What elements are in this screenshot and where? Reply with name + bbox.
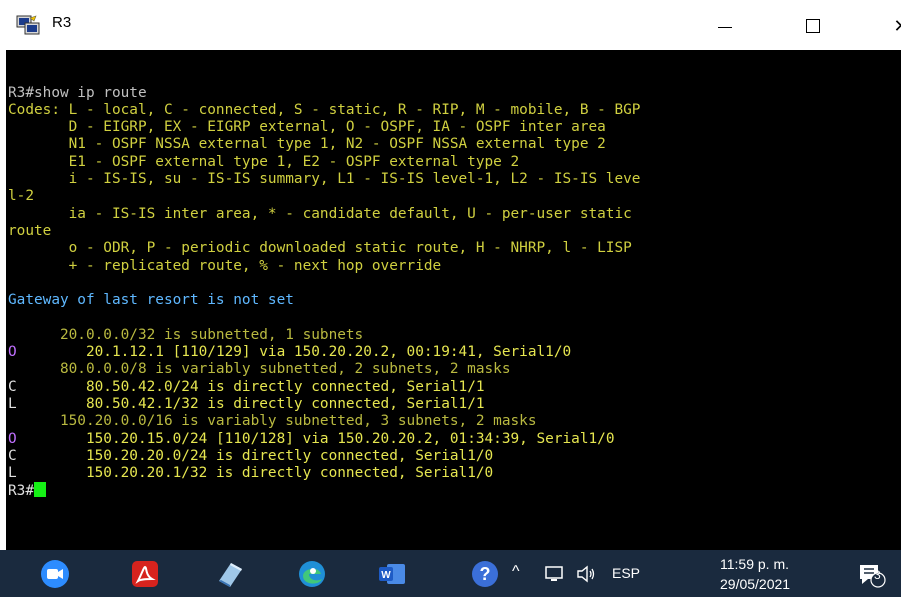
prompt: R3#	[8, 483, 34, 500]
network-icon[interactable]	[543, 563, 565, 585]
terminal-text: 150.20.20.0/24 is directly connected, Se…	[16, 447, 494, 464]
maximize-icon	[806, 19, 820, 33]
terminal-text: + - replicated route, % - next hop overr…	[8, 257, 442, 274]
terminal-line: O 20.1.12.1 [110/129] via 150.20.20.2, 0…	[6, 344, 901, 361]
terminal-line: L 80.50.42.1/32 is directly connected, S…	[6, 396, 901, 413]
window-title: R3	[52, 14, 72, 31]
route-code: C	[8, 378, 17, 395]
show-hidden-icons-chevron[interactable]: ^	[512, 563, 520, 581]
terminal-line: i - IS-IS, su - IS-IS summary, L1 - IS-I…	[6, 171, 901, 188]
volume-icon[interactable]	[575, 563, 597, 585]
terminal-text: D - EIGRP, EX - EIGRP external, O - OSPF…	[8, 119, 606, 136]
help-icon[interactable]: ?	[470, 559, 500, 589]
terminal-text: 150.20.0.0/16 is variably subnetted, 3 s…	[8, 413, 537, 430]
acrobat-icon[interactable]	[130, 559, 160, 589]
terminal-line: o - ODR, P - periodic downloaded static …	[6, 240, 901, 257]
minimize-icon	[718, 26, 732, 28]
terminal-line: L 150.20.20.1/32 is directly connected, …	[6, 465, 901, 482]
terminal-text: route	[8, 222, 52, 239]
notepad-icon[interactable]	[215, 559, 245, 589]
terminal-line: Codes: L - local, C - connected, S - sta…	[6, 102, 901, 119]
terminal-text: 80.50.42.0/24 is directly connected, Ser…	[16, 378, 485, 395]
language-indicator[interactable]: ESP	[612, 565, 640, 581]
terminal-text: 80.50.42.1/32 is directly connected, Ser…	[16, 395, 485, 412]
zoom-icon[interactable]	[40, 559, 70, 589]
terminal-line: 150.20.0.0/16 is variably subnetted, 3 s…	[6, 413, 901, 430]
terminal-line: 20.0.0.0/32 is subnetted, 1 subnets	[6, 327, 901, 344]
terminal-text: l-2	[8, 188, 34, 205]
prompt-line[interactable]: R3#	[6, 482, 901, 499]
terminal-line: E1 - OSPF external type 1, E2 - OSPF ext…	[6, 154, 901, 171]
terminal-text: 150.20.15.0/24 [110/128] via 150.20.20.2…	[16, 430, 615, 447]
terminal-text: Gateway of last resort is not set	[8, 292, 294, 309]
terminal-line: C 150.20.20.0/24 is directly connected, …	[6, 448, 901, 465]
terminal-line: Gateway of last resort is not set	[6, 292, 901, 309]
close-icon: ✕	[893, 16, 901, 37]
terminal-text: Codes: L - local, C - connected, S - sta…	[8, 101, 641, 118]
terminal-line: C 80.50.42.0/24 is directly connected, S…	[6, 379, 901, 396]
svg-text:?: ?	[480, 564, 491, 584]
terminal-line: + - replicated route, % - next hop overr…	[6, 258, 901, 275]
terminal-text: R3#show ip route	[8, 84, 147, 101]
terminal-line: l-2	[6, 188, 901, 205]
putty-window[interactable]: R3 ✕ R3#show ip routeCodes: L - local, C…	[6, 0, 901, 550]
edge-icon[interactable]	[297, 559, 327, 589]
putty-icon	[16, 15, 40, 35]
clock-date[interactable]: 29/05/2021	[720, 576, 790, 592]
maximize-button[interactable]	[784, 0, 842, 50]
terminal-text: E1 - OSPF external type 1, E2 - OSPF ext…	[8, 153, 520, 170]
title-bar[interactable]: R3 ✕	[6, 0, 901, 50]
svg-text:W: W	[381, 570, 391, 581]
terminal-text: 150.20.20.1/32 is directly connected, Se…	[16, 465, 494, 482]
word-icon[interactable]: W	[377, 559, 407, 589]
terminal-line: R3#show ip route	[6, 85, 901, 102]
terminal-text: 20.0.0.0/32 is subnetted, 1 subnets	[8, 326, 364, 343]
terminal-output[interactable]: R3#show ip route Codes: L - local, C - co…	[6, 50, 901, 550]
terminal-text: o - ODR, P - periodic downloaded static …	[8, 240, 632, 257]
route-code: L	[8, 395, 17, 412]
terminal-text: i - IS-IS, su - IS-IS summary, L1 - IS-I…	[8, 171, 641, 188]
route-code: L	[8, 465, 17, 482]
terminal-text: N1 - OSPF NSSA external type 1, N2 - OSP…	[8, 136, 606, 153]
terminal-line: route	[6, 223, 901, 240]
route-code: O	[8, 430, 17, 447]
terminal-line: ia - IS-IS inter area, * - candidate def…	[6, 206, 901, 223]
terminal-text: 80.0.0.0/8 is variably subnetted, 2 subn…	[8, 361, 511, 378]
taskbar: W ? ^ ESP 11:59 p. m. 29/05/2021 3	[0, 550, 901, 597]
terminal-text: 20.1.12.1 [110/129] via 150.20.20.2, 00:…	[16, 344, 572, 361]
terminal-line: 80.0.0.0/8 is variably subnetted, 2 subn…	[6, 361, 901, 378]
close-button[interactable]: ✕	[872, 0, 901, 50]
clock-time[interactable]: 11:59 p. m.	[720, 556, 789, 572]
terminal-line: N1 - OSPF NSSA external type 1, N2 - OSP…	[6, 136, 901, 153]
notification-icon[interactable]	[856, 559, 886, 589]
terminal-text: ia - IS-IS inter area, * - candidate def…	[8, 205, 632, 222]
notification-count: 3	[874, 568, 881, 582]
terminal-line: D - EIGRP, EX - EIGRP external, O - OSPF…	[6, 119, 901, 136]
minimize-button[interactable]	[696, 0, 754, 50]
route-code: C	[8, 447, 17, 464]
route-code: O	[8, 344, 17, 361]
terminal-line: O 150.20.15.0/24 [110/128] via 150.20.20…	[6, 431, 901, 448]
cursor	[34, 482, 46, 498]
